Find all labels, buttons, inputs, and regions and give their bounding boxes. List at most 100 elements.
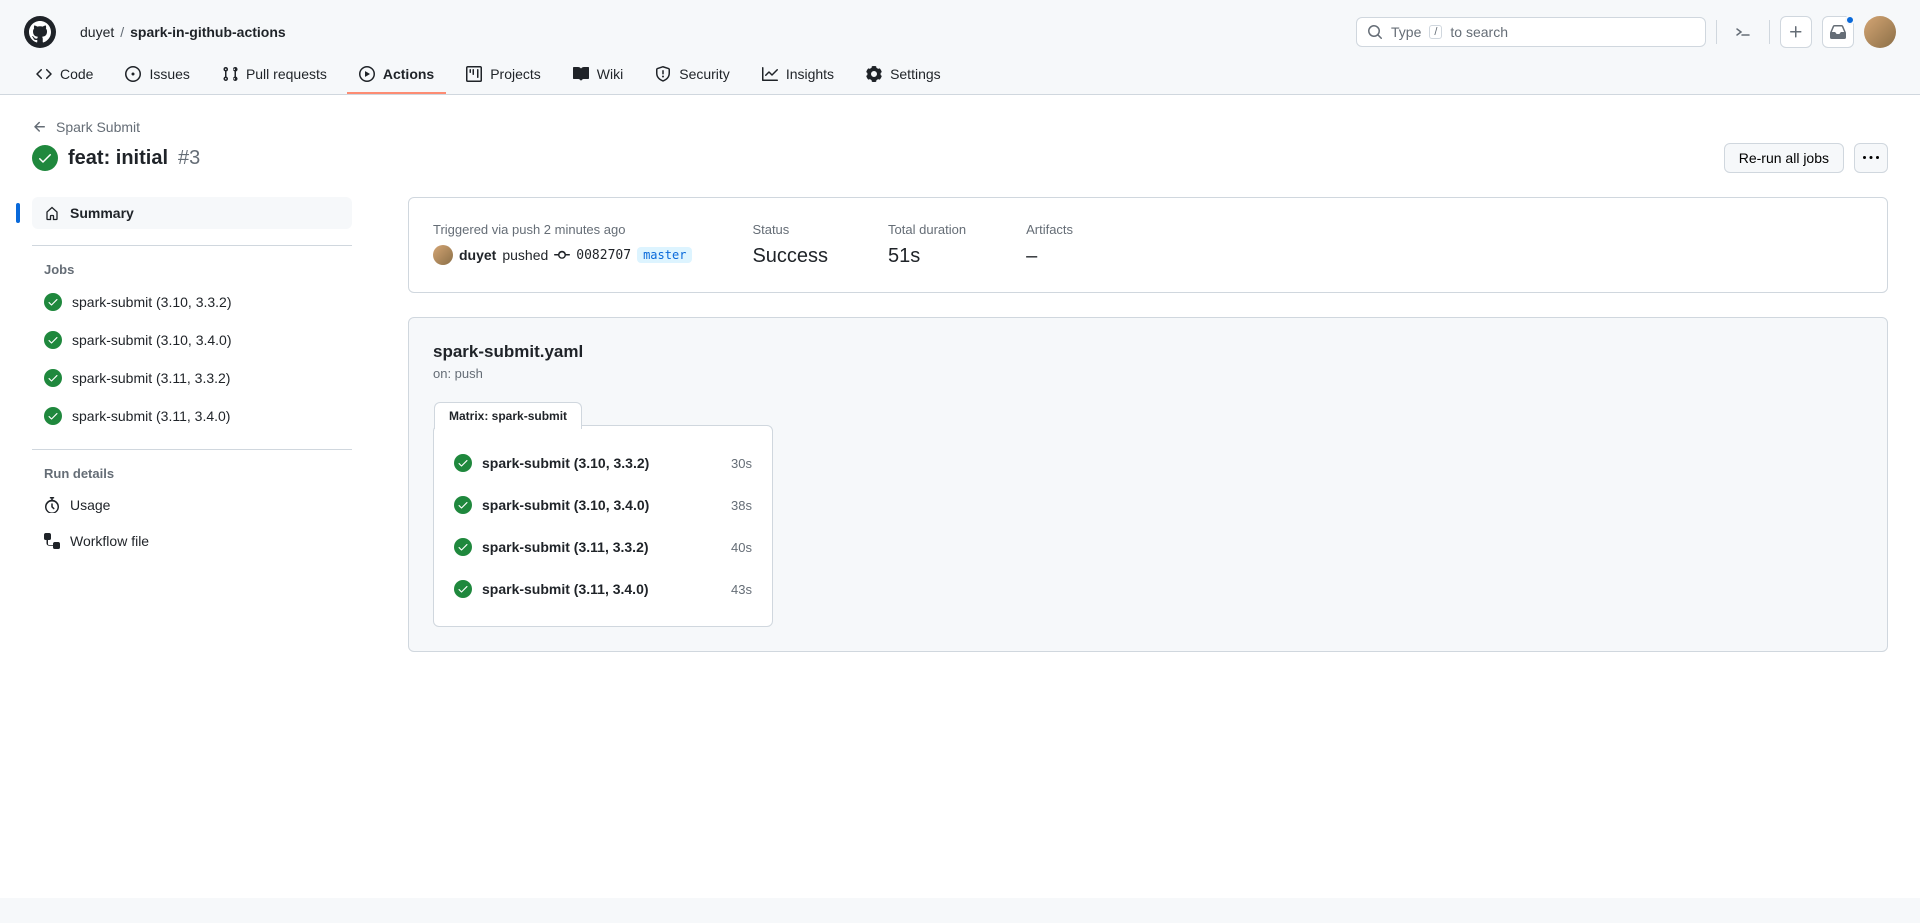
divider [1716,20,1717,44]
workflow-trigger: on: push [433,366,1863,381]
tab-pull-requests[interactable]: Pull requests [210,56,339,94]
status-value: Success [752,245,828,268]
kebab-icon [1863,150,1879,166]
job-status-icon [44,407,62,425]
matrix-job-name: spark-submit (3.11, 3.3.2) [482,539,721,555]
job-status-icon [454,580,472,598]
tab-wiki[interactable]: Wiki [561,56,635,94]
tab-insights[interactable]: Insights [750,56,846,94]
breadcrumb-sep: / [120,24,124,40]
artifacts-label: Artifacts [1026,222,1073,237]
job-status-icon [44,369,62,387]
run-title-row: feat: initial #3 Re-run all jobs [32,143,1888,173]
sidebar-item-label: Summary [70,205,134,221]
tab-issues[interactable]: Issues [113,56,201,94]
job-name: spark-submit (3.11, 3.3.2) [72,370,230,386]
matrix-job-row[interactable]: spark-submit (3.10, 3.3.2)30s [454,442,752,484]
matrix-tab-label: Matrix: spark-submit [434,402,582,429]
sidebar-item-label: Usage [70,497,110,513]
job-status-icon [44,331,62,349]
actor-avatar[interactable] [433,245,453,265]
main-content-wrap: Spark Submit feat: initial #3 Re-run all… [0,95,1920,898]
summary-card: Triggered via push 2 minutes ago duyet p… [408,197,1888,293]
more-options-button[interactable] [1854,143,1888,173]
matrix-box: Matrix: spark-submit spark-submit (3.10,… [433,425,773,627]
artifacts-value: – [1026,245,1073,268]
tab-label: Projects [490,66,541,82]
matrix-job-row[interactable]: spark-submit (3.10, 3.4.0)38s [454,484,752,526]
gear-icon [866,66,882,82]
status-label: Status [752,222,828,237]
back-link-text: Spark Submit [56,119,140,135]
actor-name[interactable]: duyet [459,247,496,263]
tab-label: Pull requests [246,66,327,82]
run-title: feat: initial [68,147,168,170]
inbox-icon [1830,24,1846,40]
tab-label: Code [60,66,93,82]
tab-label: Actions [383,66,434,82]
pr-icon [222,66,238,82]
commit-sha[interactable]: 0082707 [576,248,631,263]
workflow-icon [44,533,60,549]
job-name: spark-submit (3.10, 3.3.2) [72,294,232,310]
sidebar-summary[interactable]: Summary [32,197,352,229]
sidebar-job-item[interactable]: spark-submit (3.10, 3.3.2) [32,285,352,319]
back-link[interactable]: Spark Submit [32,119,1888,135]
run-number: #3 [178,147,200,170]
arrow-left-icon [32,119,48,135]
duration-label: Total duration [888,222,966,237]
status-col: Status Success [752,222,828,268]
branch-tag[interactable]: master [637,247,692,263]
actions-icon [359,66,375,82]
github-logo[interactable] [24,16,56,48]
github-icon [29,21,51,43]
top-right-controls: Type / to search [1356,16,1896,48]
sidebar-job-item[interactable]: spark-submit (3.11, 3.4.0) [32,399,352,433]
matrix-job-name: spark-submit (3.11, 3.4.0) [482,581,721,597]
sidebar-usage[interactable]: Usage [32,489,352,521]
create-button[interactable] [1780,16,1812,48]
user-avatar[interactable] [1864,16,1896,48]
search-kbd: / [1429,25,1442,39]
matrix-job-duration: 43s [731,582,752,597]
sidebar: Summary Jobs spark-submit (3.10, 3.3.2)s… [32,197,352,652]
tab-label: Wiki [597,66,623,82]
run-details-heading: Run details [32,449,352,489]
rerun-all-jobs-button[interactable]: Re-run all jobs [1724,143,1844,173]
owner-link[interactable]: duyet [80,24,114,40]
sidebar-workflow-file[interactable]: Workflow file [32,525,352,557]
top-header: duyet / spark-in-github-actions Type / t… [0,0,1920,56]
trigger-text: Triggered via push 2 minutes ago [433,222,692,237]
tab-actions[interactable]: Actions [347,56,446,94]
search-input[interactable]: Type / to search [1356,17,1706,47]
commit-icon [554,247,570,263]
search-text-prefix: Type [1391,24,1421,40]
job-name: spark-submit (3.11, 3.4.0) [72,408,230,424]
tab-label: Issues [149,66,189,82]
artifacts-col: Artifacts – [1026,222,1073,268]
tab-projects[interactable]: Projects [454,56,553,94]
job-status-icon [454,454,472,472]
tab-label: Security [679,66,730,82]
main-panel: Triggered via push 2 minutes ago duyet p… [408,197,1888,652]
repo-tabs: Code Issues Pull requests Actions Projec… [0,56,1920,95]
matrix-job-duration: 38s [731,498,752,513]
command-palette-button[interactable] [1727,16,1759,48]
search-icon [1367,24,1383,40]
sidebar-job-item[interactable]: spark-submit (3.10, 3.4.0) [32,323,352,357]
trigger-info: Triggered via push 2 minutes ago duyet p… [433,222,692,268]
matrix-job-name: spark-submit (3.10, 3.3.2) [482,455,721,471]
job-status-icon [44,293,62,311]
insights-icon [762,66,778,82]
sidebar-job-item[interactable]: spark-submit (3.11, 3.3.2) [32,361,352,395]
check-icon [37,150,53,166]
notifications-button[interactable] [1822,16,1854,48]
tab-code[interactable]: Code [24,56,105,94]
tab-settings[interactable]: Settings [854,56,953,94]
repo-link[interactable]: spark-in-github-actions [130,24,286,40]
sidebar-item-label: Workflow file [70,533,149,549]
matrix-job-row[interactable]: spark-submit (3.11, 3.3.2)40s [454,526,752,568]
matrix-job-row[interactable]: spark-submit (3.11, 3.4.0) 43s [454,568,752,610]
issues-icon [125,66,141,82]
tab-security[interactable]: Security [643,56,742,94]
